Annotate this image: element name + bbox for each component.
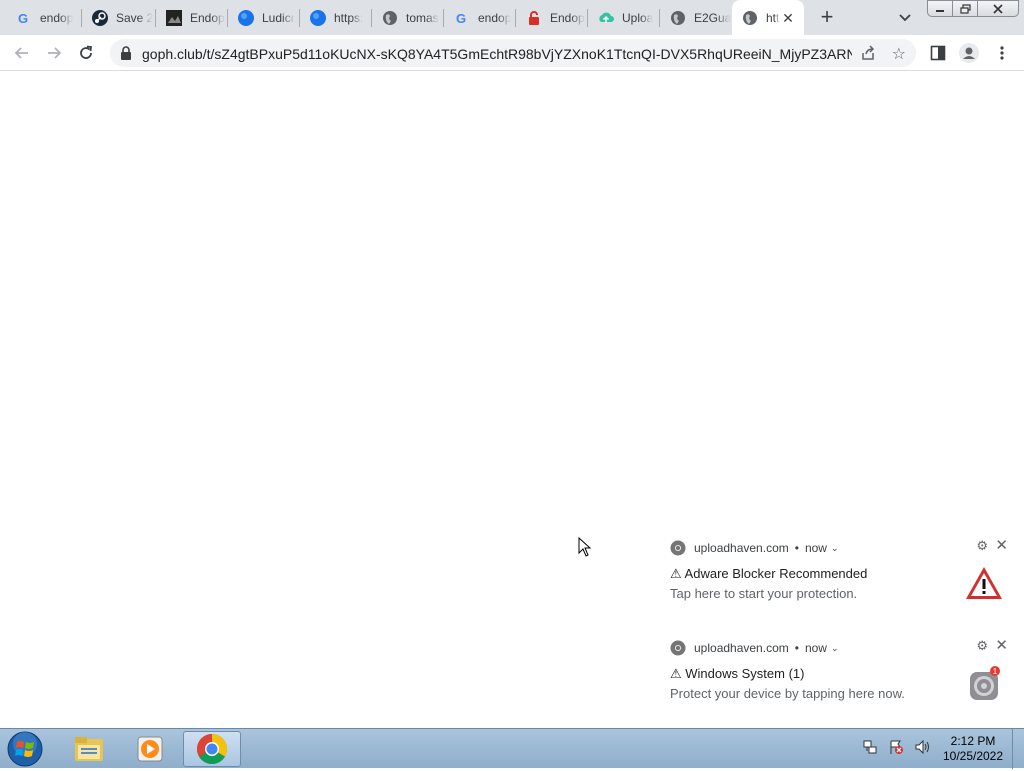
notification-origin-text: uploadhaven.com [694,541,789,555]
media-player-icon [137,736,163,762]
image-thumbnail-icon [166,9,182,26]
tab-label: Uploa [622,10,654,25]
reload-icon [80,45,93,59]
tab-active[interactable]: htt ✕ [732,0,804,35]
upload-icon [598,10,614,26]
notification-body: Protect your device by tapping here now. [670,686,905,701]
notification-title: ⚠ Adware Blocker Recommended [670,566,868,581]
taskbar-chrome[interactable] [183,731,241,767]
tab-label: Endop [190,10,225,25]
svg-text:G: G [18,11,28,25]
chevron-down-icon[interactable]: ⌄ [831,643,839,654]
start-button[interactable] [6,730,46,768]
network-icon[interactable] [862,739,878,758]
tab-5[interactable]: https: [300,0,372,35]
more-menu-icon[interactable] [991,42,1013,64]
tab-label: htt [766,10,780,25]
bookmark-star-icon[interactable]: ☆ [892,44,906,64]
notification-title: ⚠ Windows System (1) [670,666,805,681]
mouse-cursor [578,536,592,560]
notification-windows-system[interactable]: uploadhaven.com • now ⌄ ⚠ Windows System… [660,630,1024,720]
tab-label: endop [478,10,512,25]
tab-label: tomas [406,10,439,25]
notification-origin-text: uploadhaven.com [694,641,789,655]
profile-avatar-icon[interactable] [958,42,980,64]
show-desktop-button[interactable] [1012,729,1024,769]
chevron-down-icon[interactable] [895,8,915,28]
notification-time: now [804,641,827,655]
steam-icon [92,9,108,26]
minimize-button[interactable] [927,0,953,17]
tab-9[interactable]: Uploa [588,0,660,35]
tab-10[interactable]: E2Gua [660,0,732,35]
new-tab-button[interactable]: + [815,6,839,30]
chrome-gray-icon [670,640,686,656]
system-tray [862,739,930,758]
tab-label: Ludicr [262,10,295,25]
tab-8[interactable]: Endop [516,0,588,35]
notification-origin: uploadhaven.com • now ⌄ [670,540,839,556]
restore-button[interactable] [952,0,978,17]
google-icon: G [16,10,32,26]
windows-start-orb-icon [7,731,43,767]
gear-icon[interactable]: ⚙ [976,538,988,554]
address-bar[interactable]: goph.club/t/sZ4gtBPxuP5d11oKUcNX-sKQ8YA4… [110,39,916,67]
chrome-gray-icon [670,540,686,556]
window-controls [927,0,1019,17]
close-icon[interactable]: ✕ [995,636,1008,654]
tab-2[interactable]: Save 2 [82,0,156,35]
svg-text:G: G [456,11,466,25]
back-button[interactable] [10,41,34,65]
globe-gray-icon [382,10,398,26]
notification-badge-count: 1 [993,667,998,676]
clock-date: 10/25/2022 [942,749,1004,763]
globe-blue-icon [238,9,254,26]
tab-3[interactable]: Endop [156,0,228,35]
globe-blue-icon [310,9,326,26]
notification-adware[interactable]: uploadhaven.com • now ⌄ ⚠ Adware Blocker… [660,530,1024,620]
tab-1[interactable]: G endop [6,0,82,35]
lock-icon[interactable] [120,46,132,63]
tab-label: endop [40,10,74,25]
tab-label: E2Gua [694,10,732,25]
notification-time: now [804,541,827,555]
tab-label: https: [334,10,364,25]
chrome-icon [196,734,228,765]
windows-explorer-icon [75,737,103,761]
taskbar-media-player[interactable] [121,731,179,767]
google-icon: G [454,10,470,26]
reload-button[interactable] [74,41,98,65]
close-tab-icon[interactable]: ✕ [780,10,796,26]
red-lock-icon [526,10,542,26]
side-panel-icon[interactable] [927,42,949,64]
chevron-down-icon[interactable]: ⌄ [831,543,839,554]
tab-6[interactable]: tomas [372,0,444,35]
tab-label: Save 2 [116,10,154,25]
back-arrow-icon [14,47,28,59]
tab-strip: G endop Save 2 Endop Ludicr https: tomas… [0,0,1024,35]
forward-arrow-icon [48,47,62,59]
gear-icon[interactable]: ⚙ [976,638,988,654]
settings-badge-icon: 1 [964,664,1004,704]
close-window-button[interactable] [977,0,1019,17]
taskbar-explorer[interactable] [60,731,118,767]
forward-button[interactable] [42,41,66,65]
volume-icon[interactable] [914,739,930,758]
taskbar-clock[interactable]: 2:12 PM 10/25/2022 [938,734,1008,764]
warning-triangle-icon [964,564,1004,604]
tab-4[interactable]: Ludicr [228,0,300,35]
windows-taskbar: 2:12 PM 10/25/2022 [0,728,1024,769]
globe-gray-icon [742,10,758,26]
browser-toolbar: goph.club/t/sZ4gtBPxuP5d11oKUcNX-sKQ8YA4… [0,35,1024,71]
notification-body: Tap here to start your protection. [670,586,858,601]
action-center-flag-icon[interactable] [888,739,904,758]
close-icon[interactable]: ✕ [995,536,1008,554]
url-text[interactable]: goph.club/t/sZ4gtBPxuP5d11oKUcNX-sKQ8YA4… [142,46,852,62]
tab-label: Endop [550,10,585,25]
clock-time: 2:12 PM [950,734,996,748]
globe-gray-icon [670,10,686,26]
tab-7[interactable]: G endop [444,0,516,35]
share-icon[interactable] [860,45,876,64]
notification-origin: uploadhaven.com • now ⌄ [670,640,839,656]
